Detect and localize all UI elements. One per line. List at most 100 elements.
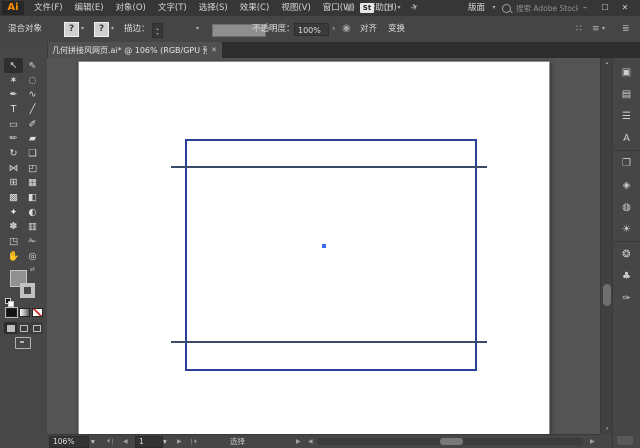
last-artboard-icon[interactable]: ❘⏵ <box>189 435 197 448</box>
workspace-dropdown[interactable]: 版面 <box>468 0 485 16</box>
panel-list-caret-icon[interactable]: ▾ <box>602 16 605 42</box>
arrange-documents-icon[interactable]: ▦ <box>343 0 357 16</box>
gradient-tool[interactable]: ◧ <box>23 190 42 205</box>
menu-object[interactable]: 对象(O) <box>110 0 152 16</box>
menu-view[interactable]: 视图(V) <box>275 0 316 16</box>
zoom-level-caret-icon[interactable]: ▾ <box>91 435 95 448</box>
line-segment-tool[interactable]: ╱ <box>23 102 42 117</box>
search-input[interactable] <box>514 2 580 14</box>
minimize-button[interactable]: – <box>578 0 592 16</box>
artwork-horizontal-line-2[interactable] <box>171 341 487 343</box>
lasso-tool[interactable]: ◌ <box>23 73 42 88</box>
slice-tool[interactable]: ✁ <box>23 234 42 249</box>
artboard-number-field[interactable]: 1 <box>135 436 163 448</box>
transform-button[interactable]: 变换 <box>388 16 405 42</box>
workspace-switcher-icon[interactable]: ◫ <box>382 0 394 16</box>
zoom-tool[interactable]: ◎ <box>23 249 42 264</box>
stroke-swatch[interactable]: ? <box>94 22 109 37</box>
horizontal-scroll-thumb[interactable] <box>440 438 463 445</box>
gradient-panel[interactable]: ▤ <box>613 83 640 105</box>
appearance-panel[interactable]: ☀ <box>613 218 640 240</box>
perspective-grid-tool[interactable]: ▦ <box>23 176 42 191</box>
zoom-level-field[interactable]: 106% <box>49 436 89 448</box>
eraser-tool[interactable]: ▰ <box>23 131 42 146</box>
status-menu-arrow-icon[interactable]: ▶ <box>296 435 301 448</box>
draw-normal-mode[interactable] <box>4 322 17 334</box>
workspace-switcher-caret-icon[interactable]: ▾ <box>395 0 403 16</box>
previous-artboard-icon[interactable]: ◀ <box>123 435 128 448</box>
artboard-tool[interactable]: ◳ <box>4 234 23 249</box>
align-button[interactable]: 对齐 <box>360 16 377 42</box>
blend-tool[interactable]: ◐ <box>23 205 42 220</box>
menu-file[interactable]: 文件(F) <box>28 0 69 16</box>
vertical-scroll-thumb[interactable] <box>603 284 611 306</box>
document-tab[interactable]: 几何拼接风网页.ai* @ 106% (RGB/GPU 预览) ✕ <box>47 42 222 58</box>
artwork-center-point[interactable] <box>322 244 326 248</box>
direct-selection-tool[interactable]: ⇖ <box>23 58 42 73</box>
brushes-panel[interactable]: ✑ <box>613 287 640 309</box>
stroke-panel[interactable]: ☰ <box>613 105 640 127</box>
layers-panel[interactable]: ◈ <box>613 174 640 196</box>
eyedropper-tool[interactable]: ✦ <box>4 205 23 220</box>
vertical-scrollbar[interactable]: ▴ ▾ <box>600 58 612 434</box>
color-panel[interactable]: ❂ <box>613 243 640 265</box>
control-panel-menu-icon[interactable]: ≣ <box>622 16 630 42</box>
pen-tool[interactable]: ✒ <box>4 87 23 102</box>
scroll-right-icon[interactable]: ▶ <box>590 435 595 448</box>
stroke-swatch-caret-icon[interactable]: ▾ <box>111 16 114 42</box>
stepper-down-icon[interactable]: ▾ <box>156 31 158 36</box>
swatches-panel[interactable]: ▣ <box>613 61 640 83</box>
paintbrush-tool[interactable]: ✐ <box>23 117 42 132</box>
shape-builder-tool[interactable]: ⊞ <box>4 176 23 191</box>
rectangle-tool[interactable]: ▭ <box>4 117 23 132</box>
opacity-arrow-icon[interactable]: › <box>332 16 335 42</box>
draw-inside-mode[interactable] <box>30 322 43 334</box>
scale-tool[interactable]: ❏ <box>23 146 42 161</box>
graphic-style-icon[interactable]: ◉ <box>342 16 351 42</box>
tab-close-icon[interactable]: ✕ <box>211 46 217 54</box>
gradient-button[interactable] <box>19 308 30 317</box>
mesh-tool[interactable]: ▩ <box>4 190 23 205</box>
menu-select[interactable]: 选择(S) <box>193 0 234 16</box>
column-graph-tool[interactable]: ▥ <box>23 220 42 235</box>
symbol-sprayer-tool[interactable]: ✽ <box>4 220 23 235</box>
workspace-dropdown-caret-icon[interactable]: ▾ <box>490 0 498 16</box>
magic-wand-tool[interactable]: ✶ <box>4 73 23 88</box>
color-button[interactable] <box>5 307 18 318</box>
character-panel[interactable]: A <box>613 127 640 149</box>
menu-effect[interactable]: 效果(C) <box>234 0 276 16</box>
screen-mode-button[interactable] <box>15 337 31 349</box>
next-artboard-icon[interactable]: ▶ <box>177 435 182 448</box>
stock-search[interactable] <box>502 0 580 16</box>
width-tool[interactable]: ⋈ <box>4 161 23 176</box>
hand-tool[interactable]: ✋ <box>4 249 23 264</box>
rotate-tool[interactable]: ↻ <box>4 146 23 161</box>
first-artboard-icon[interactable]: ⏴❘ <box>107 435 115 448</box>
default-fill-stroke-icon[interactable] <box>5 298 14 307</box>
align-options-icon[interactable]: ∷ <box>576 16 582 42</box>
curvature-tool[interactable]: ∿ <box>23 87 42 102</box>
stroke-weight-stepper[interactable]: ▴ ▾ <box>152 23 163 38</box>
type-tool[interactable]: T <box>4 102 23 117</box>
adobe-stock-icon[interactable]: St <box>360 3 374 13</box>
maximize-button[interactable]: ☐ <box>598 0 612 16</box>
menu-edit[interactable]: 编辑(E) <box>69 0 110 16</box>
artwork-horizontal-line-1[interactable] <box>171 166 487 168</box>
panel-list-icon[interactable]: ≡ <box>592 16 600 42</box>
fill-swatch-caret-icon[interactable]: ▾ <box>81 16 84 42</box>
fill-swatch[interactable]: ? <box>64 22 79 37</box>
none-button[interactable] <box>32 308 43 317</box>
close-button[interactable]: ✕ <box>618 0 632 16</box>
selection-tool[interactable]: ↖ <box>4 58 23 73</box>
opacity-value-field[interactable]: 100% <box>294 23 329 36</box>
free-transform-tool[interactable]: ◰ <box>23 161 42 176</box>
shaper-tool[interactable]: ✏ <box>4 131 23 146</box>
scroll-left-icon[interactable]: ◀ <box>308 435 313 448</box>
draw-behind-mode[interactable] <box>17 322 30 334</box>
menu-type[interactable]: 文字(T) <box>152 0 193 16</box>
pathfinder-panel[interactable]: ◍ <box>613 196 640 218</box>
swap-fill-stroke-icon[interactable]: ⇄ <box>30 266 35 273</box>
artboard-number-caret-icon[interactable]: ▾ <box>163 435 167 448</box>
symbols-panel[interactable]: ♣ <box>613 265 640 287</box>
artwork-rectangle[interactable] <box>185 139 477 371</box>
